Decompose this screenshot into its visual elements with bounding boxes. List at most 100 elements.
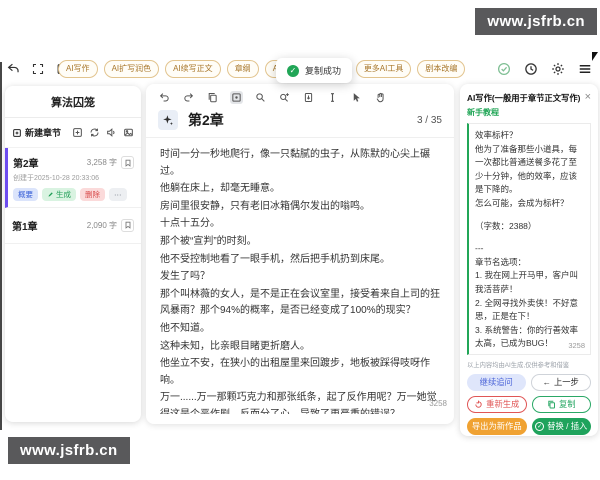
editor-chapter-title: 第2章 — [188, 110, 224, 130]
watermark-top: www.jsfrb.cn — [475, 8, 597, 35]
redo-icon[interactable] — [182, 91, 195, 104]
script-adapt-button[interactable]: 剧本改编 — [417, 60, 465, 78]
tutorial-link[interactable]: 新手教程 — [467, 107, 591, 118]
copy-icon — [547, 400, 556, 409]
more-tag[interactable]: ⋯ — [109, 188, 127, 201]
previous-step-label: 上一步 — [554, 378, 579, 386]
assistant-header: AI写作(一般用于章节正文写作) × — [467, 92, 591, 104]
fullscreen-icon[interactable] — [32, 63, 44, 75]
copy-icon[interactable] — [206, 91, 219, 104]
chapter-sidebar: 算法囚笼 新建章节 — [5, 86, 141, 422]
chapter-created-time: 创建于2025-10-28 20:33:06 — [13, 173, 134, 183]
chapter-name: 第1章 — [12, 218, 38, 233]
paragraph: 房间里很安静，只有老旧冰箱偶尔发出的嗡鸣。 — [160, 199, 440, 216]
generate-tag[interactable]: 生成 — [42, 188, 76, 201]
replace-insert-button[interactable]: ✓ 替换 / 插入 — [532, 418, 592, 435]
sync-icon[interactable] — [89, 127, 100, 138]
response-line: 他为了准备那些小道具，每一次都比普通送餐多花了至少十分钟，他的效率，应该是下降的… — [475, 143, 584, 197]
history-icon[interactable] — [524, 62, 538, 76]
generate-tag-label: 生成 — [56, 191, 71, 199]
export-new-work-button[interactable]: 导出为新作品 — [467, 418, 527, 435]
toast-check-icon: ✓ — [287, 65, 299, 77]
undo-icon[interactable] — [158, 91, 171, 104]
previous-step-button[interactable]: ← 上一步 — [531, 374, 592, 391]
menu-icon[interactable] — [578, 62, 592, 76]
chapter-word-count: 2,090 字 — [87, 220, 117, 231]
refresh-icon — [474, 400, 483, 409]
pencil-icon — [47, 191, 54, 198]
chapter-name: 第2章 — [13, 155, 39, 170]
copy-success-toast: ✓ 复制成功 — [276, 58, 352, 83]
sidebar-icon-group — [72, 127, 134, 138]
chapter-item-1[interactable]: 第1章 2,090 字 — [5, 208, 141, 244]
paragraph: 发生了吗？ — [160, 269, 440, 286]
ai-assistant-panel: AI写作(一般用于章节正文写作) × 新手教程 效率标杆？ 他为了准备那些小道具… — [460, 84, 598, 436]
toast-message: 复制成功 — [305, 64, 341, 77]
response-line: （字数：2388） — [475, 220, 584, 234]
sidebar-actions: 新建章节 — [5, 118, 141, 148]
new-chapter-label: 新建章节 — [25, 126, 61, 139]
ai-tool-buttons: AI写作 AI扩写润色 AI续写正文 章纲 AI拆书 AI审稿 更多AI工具 剧… — [58, 60, 465, 78]
response-line: 2. 全网寻找外卖侠！不好意思，正是在下！ — [475, 297, 584, 324]
frame-icon[interactable] — [230, 91, 243, 104]
response-line — [475, 211, 584, 220]
paragraph: 万一......万一那颗巧克力和那张纸条，起了反作用呢？万一她觉得这是个恶作剧，… — [160, 390, 440, 414]
editor-title-row: 第2章 3 / 35 — [146, 108, 454, 138]
new-chapter-button[interactable]: 新建章节 — [12, 126, 61, 139]
editor-toolbar — [146, 84, 454, 108]
response-line — [475, 233, 584, 242]
more-ai-tools-button[interactable]: 更多AI工具 — [356, 60, 412, 78]
text-cursor-icon[interactable] — [326, 91, 339, 104]
book-title: 算法囚笼 — [5, 86, 141, 118]
copy-label: 复制 — [559, 400, 576, 408]
continue-ask-button[interactable]: 继续追问 — [467, 374, 526, 391]
paragraph: 十点十五分。 — [160, 216, 440, 233]
paragraph: 时间一分一秒地爬行，像一只黏腻的虫子，从陈默的心尖上碾过。 — [160, 147, 440, 180]
chapter-outline-button[interactable]: 章纲 — [227, 60, 259, 78]
response-line: 怎么可能，会成为标杆？ — [475, 197, 584, 211]
response-line: --- — [475, 242, 584, 256]
outline-tag[interactable]: 概要 — [13, 188, 38, 201]
ai-response-box[interactable]: 效率标杆？ 他为了准备那些小道具，每一次都比普通送餐多花了至少十分钟，他的效率，… — [467, 123, 591, 355]
ai-expand-polish-button[interactable]: AI扩写润色 — [104, 60, 160, 78]
close-icon[interactable]: × — [582, 92, 591, 103]
editor-panel: 第2章 3 / 35 时间一分一秒地爬行，像一只黏腻的虫子，从陈默的心尖上碾过。… — [146, 84, 454, 424]
hand-icon[interactable] — [374, 91, 387, 104]
image-icon[interactable] — [123, 127, 134, 138]
paragraph: 那个被“宣判”的时刻。 — [160, 234, 440, 251]
assistant-buttons-row1: 继续追问 ← 上一步 — [467, 374, 591, 391]
arrow-left-icon: ← — [543, 378, 551, 386]
delete-tag[interactable]: 删除 — [80, 188, 105, 201]
check-circle-icon: ✓ — [535, 422, 544, 431]
add-box-icon[interactable] — [72, 127, 83, 138]
toolbar-right-icons — [497, 62, 592, 76]
pointer-icon[interactable] — [350, 91, 363, 104]
editor-body[interactable]: 时间一分一秒地爬行，像一只黏腻的虫子，从陈默的心尖上碾过。 他躺在床上，却毫无睡… — [146, 138, 454, 414]
assistant-buttons-row2: 重新生成 复制 — [467, 396, 591, 413]
regenerate-label: 重新生成 — [486, 400, 519, 408]
regenerate-button[interactable]: 重新生成 — [467, 396, 527, 413]
settings-gear-icon[interactable] — [551, 62, 565, 76]
bookmark-button[interactable] — [121, 219, 134, 232]
ai-continue-button[interactable]: AI续写正文 — [165, 60, 221, 78]
ai-disclaimer: 以上内容均由AI生成,仅供参考和借鉴 — [467, 360, 591, 369]
bookmark-button[interactable] — [121, 156, 134, 169]
find-replace-icon[interactable] — [278, 91, 291, 104]
replace-insert-label: 替换 / 插入 — [547, 422, 587, 430]
chapter-tags: 概要 生成 删除 ⋯ — [13, 188, 134, 201]
speaker-icon[interactable] — [106, 127, 117, 138]
back-icon[interactable] — [7, 62, 20, 75]
paragraph: 他不知道。 — [160, 321, 440, 338]
search-icon[interactable] — [254, 91, 267, 104]
ai-sparkle-button[interactable] — [158, 110, 178, 130]
export-doc-icon[interactable] — [302, 91, 315, 104]
response-word-count: 3258 — [568, 340, 585, 352]
paragraph: 他坐立不安，在狭小的出租屋里来回踱步，地板被踩得吱呀作响。 — [160, 356, 440, 389]
response-line: 效率标杆？ — [475, 129, 584, 143]
new-file-icon — [12, 128, 22, 138]
ai-write-button[interactable]: AI写作 — [58, 60, 98, 78]
chapter-item-2[interactable]: 第2章 3,258 字 创建于2025-10-28 20:33:06 概要 生成… — [5, 148, 141, 208]
assistant-buttons-row3: 导出为新作品 ✓ 替换 / 插入 — [467, 418, 591, 435]
paragraph: 那个叫林薇的女人，是不是正在会议室里，接受着来自上司的狂风暴雨？那个94%的概率… — [160, 287, 440, 320]
copy-result-button[interactable]: 复制 — [532, 396, 592, 413]
